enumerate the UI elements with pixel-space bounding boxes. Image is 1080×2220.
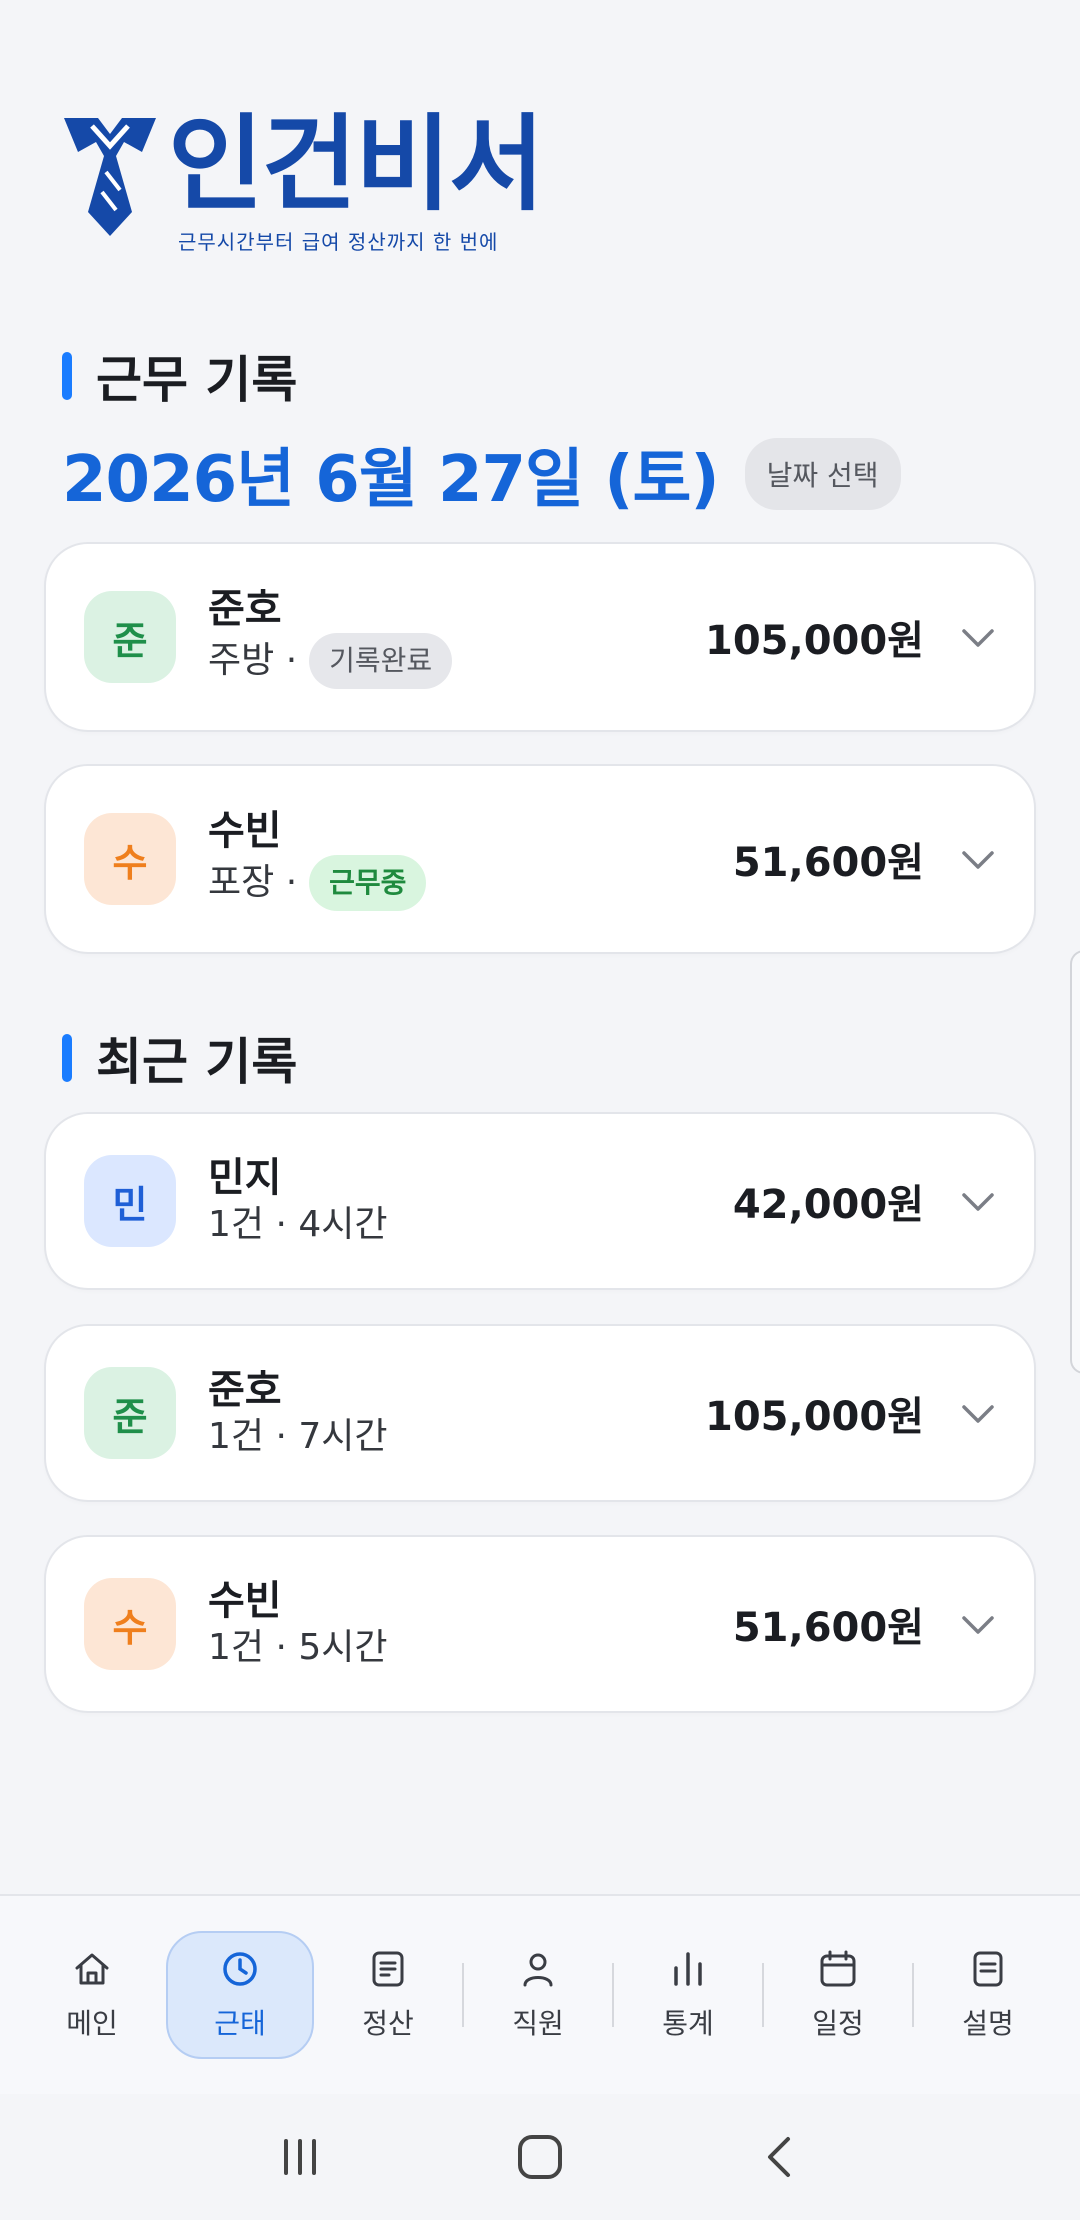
- wage-amount: 105,000원: [705, 618, 924, 664]
- employee-name: 수빈: [208, 1577, 282, 1624]
- receipt-icon: [372, 1951, 404, 1987]
- nav-item-stats[interactable]: 통계: [618, 1931, 758, 2059]
- tie-logo-icon: [64, 118, 156, 236]
- record-info: 준호 1건 · 7시간: [208, 1366, 705, 1461]
- date-select-button[interactable]: 날짜 선택: [744, 438, 901, 510]
- back-icon[interactable]: [750, 2127, 810, 2187]
- wage-amount: 51,600원: [732, 840, 924, 886]
- status-badge: 기록완료: [309, 632, 453, 690]
- nav-label: 메인: [66, 2007, 118, 2040]
- section-accent-bar: [62, 1034, 72, 1082]
- work-record-card[interactable]: 수 수빈 포장 · 근무중 51,600원: [44, 764, 1036, 954]
- chevron-down-icon[interactable]: [960, 619, 996, 655]
- avatar: 준: [84, 591, 176, 683]
- nav-label: 근태: [214, 2007, 266, 2040]
- employee-name: 수빈: [208, 807, 282, 854]
- record-subline: 주방 · 기록완료: [208, 632, 705, 690]
- avatar: 민: [84, 1155, 176, 1247]
- record-summary: 1건 · 7시간: [208, 1415, 388, 1457]
- bottom-navigation: 메인 근태 정산 직원 통계 일정 설명: [0, 1894, 1080, 2094]
- work-section-header: 근무 기록: [62, 340, 297, 412]
- edge-panel-handle[interactable]: [1070, 950, 1080, 1374]
- wage-amount: 42,000원: [732, 1182, 924, 1228]
- nav-item-guide[interactable]: 설명: [918, 1931, 1058, 2059]
- status-badge: 근무중: [309, 854, 427, 912]
- wage-amount: 51,600원: [732, 1605, 924, 1651]
- nav-label: 설명: [962, 2007, 1014, 2040]
- nav-divider: [762, 1963, 764, 2027]
- recent-apps-icon[interactable]: [270, 2127, 330, 2187]
- home-icon: [75, 1953, 109, 1985]
- nav-divider: [912, 1963, 914, 2027]
- current-date: 2026년 6월 27일 (토): [62, 443, 720, 517]
- bar-chart-icon: [674, 1952, 702, 1986]
- record-summary: 1건 · 5시간: [208, 1626, 388, 1668]
- record-summary: 1건 · 4시간: [208, 1203, 388, 1245]
- recent-record-card[interactable]: 준 준호 1건 · 7시간 105,000원: [44, 1324, 1036, 1502]
- nav-item-settlement[interactable]: 정산: [318, 1931, 458, 2059]
- calendar-icon: [820, 1950, 856, 1987]
- person-icon: [523, 1953, 553, 1987]
- department: 주방: [208, 639, 275, 681]
- avatar: 준: [84, 1367, 176, 1459]
- avatar: 수: [84, 1578, 176, 1670]
- nav-item-main[interactable]: 메인: [22, 1931, 162, 2059]
- nav-label: 통계: [662, 2007, 714, 2040]
- department: 포장: [208, 861, 275, 903]
- separator-dot: ·: [274, 861, 298, 903]
- avatar: 수: [84, 813, 176, 905]
- employee-name: 준호: [208, 1366, 282, 1413]
- separator-dot: ·: [274, 639, 298, 681]
- record-info: 수빈 포장 · 근무중: [208, 807, 733, 912]
- home-button-icon[interactable]: [510, 2127, 570, 2187]
- nav-item-staff[interactable]: 직원: [468, 1931, 608, 2059]
- nav-label: 직원: [512, 2007, 564, 2040]
- work-section-title: 근무 기록: [96, 351, 298, 409]
- logo-text-group: 인건비서 근무시간부터 급여 정산까지 한 번에: [168, 103, 545, 255]
- record-info: 준호 주방 · 기록완료: [208, 585, 705, 690]
- app-screen: 인건비서 근무시간부터 급여 정산까지 한 번에 근무 기록 2026년 6월 …: [0, 0, 1080, 2220]
- chevron-down-icon[interactable]: [960, 1183, 996, 1219]
- nav-label: 일정: [812, 2007, 864, 2040]
- nav-item-attendance[interactable]: 근태: [166, 1931, 314, 2059]
- recent-record-card[interactable]: 민 민지 1건 · 4시간 42,000원: [44, 1112, 1036, 1290]
- recent-section-header: 최근 기록: [62, 1022, 297, 1094]
- recent-section-title: 최근 기록: [96, 1033, 298, 1091]
- nav-label: 정산: [362, 2007, 414, 2040]
- system-navigation-bar: [0, 2094, 1080, 2220]
- document-icon: [973, 1951, 1003, 1987]
- record-info: 수빈 1건 · 5시간: [208, 1577, 733, 1672]
- date-row: 2026년 6월 27일 (토) 날짜 선택: [62, 428, 901, 520]
- nav-divider: [612, 1963, 614, 2027]
- work-record-card[interactable]: 준 준호 주방 · 기록완료 105,000원: [44, 542, 1036, 732]
- section-accent-bar: [62, 352, 72, 400]
- app-logo: 인건비서 근무시간부터 급여 정산까지 한 번에: [58, 103, 545, 255]
- employee-name: 민지: [208, 1154, 282, 1201]
- record-info: 민지 1건 · 4시간: [208, 1154, 733, 1249]
- chevron-down-icon[interactable]: [960, 1606, 996, 1642]
- recent-record-card[interactable]: 수 수빈 1건 · 5시간 51,600원: [44, 1535, 1036, 1713]
- logo-tagline: 근무시간부터 급여 정산까지 한 번에: [178, 230, 499, 254]
- nav-divider: [462, 1963, 464, 2027]
- chevron-down-icon[interactable]: [960, 1395, 996, 1431]
- nav-item-schedule[interactable]: 일정: [768, 1931, 908, 2059]
- employee-name: 준호: [208, 585, 282, 632]
- clock-icon: [223, 1952, 257, 1986]
- logo-name: 인건비서: [168, 103, 545, 225]
- wage-amount: 105,000원: [705, 1394, 924, 1440]
- record-subline: 포장 · 근무중: [208, 854, 733, 912]
- chevron-down-icon[interactable]: [960, 841, 996, 877]
